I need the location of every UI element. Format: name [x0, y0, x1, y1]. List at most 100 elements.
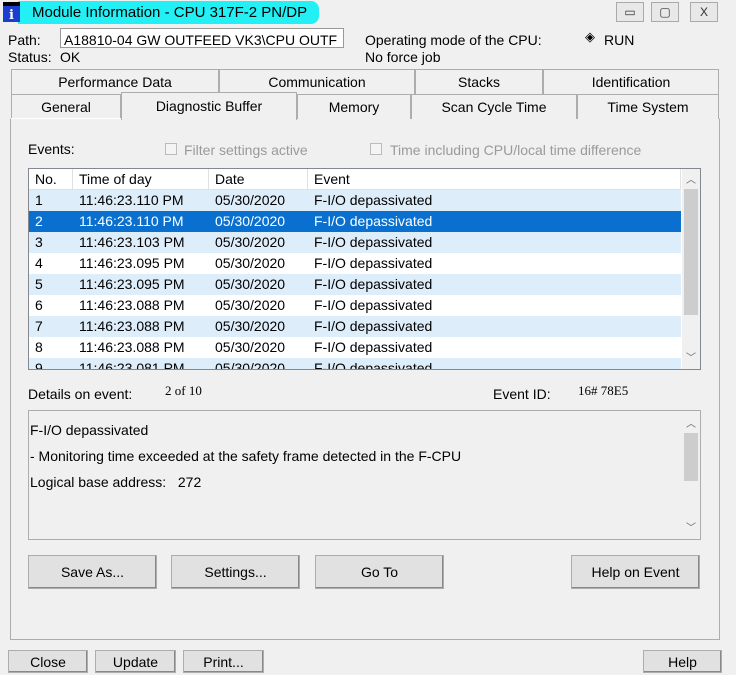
- detail-line: F-I/O depassivated: [30, 422, 149, 438]
- tab-stacks[interactable]: Stacks: [415, 69, 543, 94]
- event-id-value: 16# 78E5: [578, 383, 629, 398]
- maximize-button[interactable]: ▢: [651, 2, 679, 22]
- cell-event: F-I/O depassivated: [314, 255, 433, 271]
- cell-date: 05/30/2020: [215, 318, 286, 334]
- cell-date: 05/30/2020: [215, 234, 286, 250]
- scroll-thumb[interactable]: [684, 433, 698, 481]
- table-row[interactable]: 2 11:46:23.110 PM 05/30/2020 F-I/O depassiv…: [29, 211, 681, 232]
- scroll-up-icon[interactable]: ︿: [682, 415, 700, 430]
- events-label: Events:: [28, 141, 75, 157]
- column-header-time[interactable]: Time of day: [73, 169, 209, 190]
- table-row[interactable]: 7 11:46:23.088 PM 05/30/2020 F-I/O depassiv…: [29, 316, 681, 337]
- cell-date: 05/30/2020: [215, 276, 286, 292]
- cell-date: 05/30/2020: [215, 339, 286, 355]
- scroll-up-icon[interactable]: ︿: [682, 171, 700, 186]
- events-table[interactable]: No. Time of day Date Event 1 11:46:23.110…: [28, 168, 701, 370]
- settings-button[interactable]: Settings...: [171, 555, 300, 589]
- cell-time: 11:46:23.088 PM: [79, 339, 185, 355]
- window-title: Module Information - CPU 317F-2 PN/DP: [18, 1, 320, 24]
- cell-no: 9: [35, 360, 43, 370]
- table-row[interactable]: 5 11:46:23.095 PM 05/30/2020 F-I/O depassiv…: [29, 274, 681, 295]
- cell-event: F-I/O depassivated: [314, 276, 433, 292]
- tab-scan-cycle-time[interactable]: Scan Cycle Time: [411, 94, 577, 119]
- cell-event: F-I/O depassivated: [314, 213, 433, 229]
- filter-settings-label: Filter settings active: [184, 142, 308, 158]
- tab-memory[interactable]: Memory: [297, 94, 411, 119]
- event-position: 2 of 10: [165, 383, 202, 398]
- table-row[interactable]: 8 11:46:23.088 PM 05/30/2020 F-I/O depassiv…: [29, 337, 681, 358]
- tab-general[interactable]: General: [11, 94, 121, 119]
- cell-no: 5: [35, 276, 43, 292]
- tab-diagnostic-buffer[interactable]: Diagnostic Buffer: [121, 92, 297, 120]
- cell-no: 4: [35, 255, 43, 271]
- table-row[interactable]: 3 11:46:23.103 PM 05/30/2020 F-I/O depassiv…: [29, 232, 681, 253]
- close-button[interactable]: Close: [8, 650, 88, 673]
- cell-time: 11:46:23.095 PM: [79, 276, 185, 292]
- minimize-button[interactable]: ▭: [616, 2, 644, 22]
- cell-date: 05/30/2020: [215, 297, 286, 313]
- help-on-event-button[interactable]: Help on Event: [571, 555, 700, 589]
- details-label: Details on event:: [28, 386, 133, 402]
- details-scrollbar[interactable]: ︿ ﹀: [682, 411, 700, 539]
- column-header-no[interactable]: No.: [29, 169, 73, 190]
- operating-mode-label: Operating mode of the CPU:: [365, 32, 542, 48]
- cell-no: 3: [35, 234, 43, 250]
- column-header-event[interactable]: Event: [308, 169, 681, 190]
- scroll-down-icon[interactable]: ﹀: [682, 519, 700, 534]
- cell-no: 2: [35, 213, 43, 229]
- cell-event: F-I/O depassivated: [314, 297, 433, 313]
- cell-time: 11:46:23.088 PM: [79, 318, 185, 334]
- operating-mode-value: RUN: [604, 32, 635, 48]
- cell-date: 05/30/2020: [215, 360, 286, 370]
- scroll-down-icon[interactable]: ﹀: [682, 349, 700, 364]
- time-difference-checkbox[interactable]: [370, 143, 382, 155]
- table-row[interactable]: 1 11:46:23.110 PM 05/30/2020 F-I/O depassiv…: [29, 190, 681, 211]
- cell-event: F-I/O depassivated: [314, 234, 433, 250]
- cell-no: 8: [35, 339, 43, 355]
- status-value: OK: [60, 49, 81, 65]
- filter-settings-checkbox[interactable]: [165, 143, 177, 155]
- save-as-button[interactable]: Save As...: [28, 555, 157, 589]
- cell-event: F-I/O depassivated: [314, 318, 433, 334]
- help-button[interactable]: Help: [643, 650, 722, 673]
- table-row[interactable]: 9 11:46:23.081 PM 05/30/2020 F-I/O depassiv…: [29, 358, 681, 370]
- table-row[interactable]: 6 11:46:23.088 PM 05/30/2020 F-I/O depassiv…: [29, 295, 681, 316]
- scroll-thumb[interactable]: [684, 189, 698, 315]
- cell-event: F-I/O depassivated: [314, 339, 433, 355]
- detail-line: Logical base address: 272: [30, 474, 202, 490]
- events-scrollbar[interactable]: ︿ ﹀: [682, 169, 700, 369]
- cell-date: 05/30/2020: [215, 192, 286, 208]
- cell-date: 05/30/2020: [215, 255, 286, 271]
- cell-time: 11:46:23.103 PM: [79, 234, 185, 250]
- cell-time: 11:46:23.110 PM: [79, 213, 184, 229]
- close-window-button[interactable]: X: [690, 2, 718, 22]
- go-to-button[interactable]: Go To: [315, 555, 444, 589]
- print-button[interactable]: Print...: [183, 650, 264, 673]
- cell-no: 1: [35, 192, 43, 208]
- cell-time: 11:46:23.088 PM: [79, 297, 185, 313]
- cell-no: 6: [35, 297, 43, 313]
- path-field[interactable]: A18810-04 GW OUTFEED VK3\CPU OUTF: [60, 28, 344, 48]
- status-label: Status:: [8, 49, 52, 65]
- cell-time: 11:46:23.095 PM: [79, 255, 185, 271]
- event-details-box[interactable]: F-I/O depassivated - Monitoring time exc…: [28, 410, 701, 540]
- cell-time: 11:46:23.110 PM: [79, 192, 184, 208]
- column-header-date[interactable]: Date: [209, 169, 308, 190]
- run-diamond-icon: ◈: [585, 29, 595, 44]
- cell-event: F-I/O depassivated: [314, 360, 433, 370]
- path-label: Path:: [8, 32, 41, 48]
- cell-no: 7: [35, 318, 43, 334]
- tab-identification[interactable]: Identification: [543, 69, 719, 94]
- event-id-label: Event ID:: [493, 386, 551, 402]
- force-job-status: No force job: [365, 49, 441, 65]
- tab-communication[interactable]: Communication: [219, 69, 415, 94]
- time-difference-label: Time including CPU/local time difference: [390, 142, 642, 158]
- tab-performance-data[interactable]: Performance Data: [11, 69, 219, 94]
- table-row[interactable]: 4 11:46:23.095 PM 05/30/2020 F-I/O depassiv…: [29, 253, 681, 274]
- update-button[interactable]: Update: [95, 650, 176, 673]
- cell-event: F-I/O depassivated: [314, 192, 433, 208]
- cell-time: 11:46:23.081 PM: [79, 360, 185, 370]
- detail-line: - Monitoring time exceeded at the safety…: [30, 448, 462, 464]
- cell-date: 05/30/2020: [215, 213, 286, 229]
- tab-time-system[interactable]: Time System: [577, 94, 719, 119]
